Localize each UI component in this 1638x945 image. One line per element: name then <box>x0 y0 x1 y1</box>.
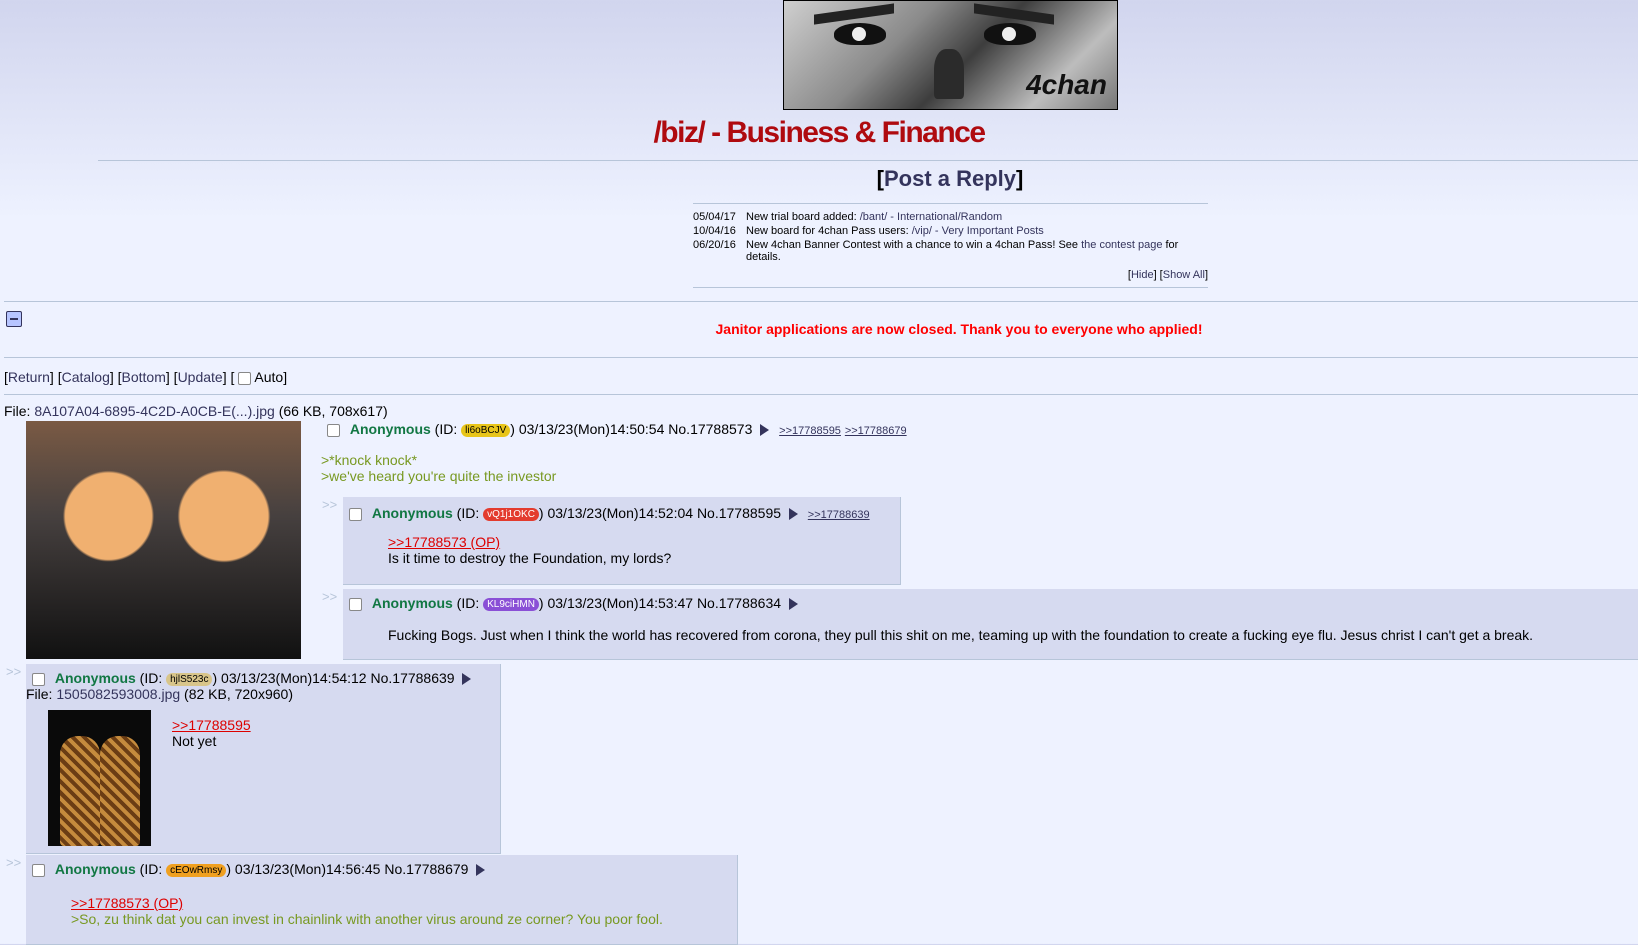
news-item: 05/04/17 New trial board added: /bant/ -… <box>693 211 1003 223</box>
post-checkbox[interactable] <box>349 597 362 611</box>
post-number[interactable]: No.17788595 <box>697 505 781 521</box>
reply-image-figure <box>100 736 140 846</box>
post-greentext: >So, zu think dat you can invest in chai… <box>71 911 663 927</box>
op-file-link[interactable]: 8A107A04-6895-4C2D-A0CB-E(...).jpg <box>34 403 274 419</box>
post-menu-icon[interactable] <box>476 864 486 877</box>
divider <box>4 357 1638 358</box>
post-text: Fucking Bogs. Just when I think the worl… <box>388 627 1534 643</box>
poster-name: Anonymous <box>371 505 453 521</box>
file-link[interactable]: 1505082593008.jpg <box>56 686 180 702</box>
poster-name: Anonymous <box>371 595 453 611</box>
file-info: File: 1505082593008.jpg (82 KB, 720x960) <box>26 686 293 702</box>
backlink[interactable]: >>17788595 <box>779 425 841 437</box>
reply-image[interactable] <box>48 710 151 846</box>
side-arrows: >> <box>6 664 22 679</box>
banner-text: 4chan <box>1026 69 1107 100</box>
op-line: >we've heard you're quite the investor <box>321 468 557 484</box>
reply-post: Anonymous (ID: vQ1j1OKC) 03/13/23(Mon)14… <box>343 497 901 585</box>
thread-nav: [Return] [Catalog] [Bottom] [Update] [ A… <box>4 369 288 385</box>
op-image[interactable] <box>26 421 301 659</box>
catalog-link[interactable]: Catalog <box>62 369 110 385</box>
poster-id[interactable]: cEOwRmsy <box>166 863 227 877</box>
news-item: 10/04/16 New board for 4chan Pass users:… <box>693 225 1044 237</box>
post-checkbox[interactable] <box>327 423 340 437</box>
poster-name: Anonymous <box>54 670 136 686</box>
post-datetime: 03/13/23(Mon)14:50:54 <box>514 421 669 437</box>
post-reply-label[interactable]: Post a Reply <box>884 166 1016 191</box>
divider <box>693 203 1208 204</box>
quote-link[interactable]: >>17788573 (OP) <box>388 534 500 550</box>
reply-post: Anonymous (ID: cEOwRmsy) 03/13/23(Mon)14… <box>26 855 738 945</box>
post-number[interactable]: No.17788679 <box>384 861 468 877</box>
post-number[interactable]: No.17788634 <box>697 595 781 611</box>
reply-header: Anonymous (ID: cEOwRmsy) 03/13/23(Mon)14… <box>32 861 486 877</box>
post-checkbox[interactable] <box>32 863 45 877</box>
banner-image[interactable]: 4chan <box>783 0 1118 110</box>
news-box: 05/04/17 New trial board added: /bant/ -… <box>693 211 1208 281</box>
post-menu-icon[interactable] <box>788 598 798 611</box>
divider <box>693 287 1208 288</box>
board-title: /biz/ - Business & Finance <box>653 116 986 149</box>
auto-update-checkbox[interactable] <box>238 371 252 385</box>
quote-link[interactable]: >>17788595 <box>172 717 251 733</box>
post-datetime: 03/13/23(Mon)14:52:04 <box>543 505 697 521</box>
banner-art <box>934 49 964 99</box>
news-link[interactable]: the contest page <box>1081 239 1162 251</box>
poster-name: Anonymous <box>54 861 136 877</box>
news-item: 06/20/16 New 4chan Banner Contest with a… <box>693 239 1179 263</box>
side-arrows: >> <box>322 497 338 512</box>
side-arrows: >> <box>322 589 338 604</box>
banner-art <box>974 3 1054 25</box>
bottom-link[interactable]: Bottom <box>122 369 166 385</box>
quote-link[interactable]: >>17788573 (OP) <box>71 895 183 911</box>
reply-post: Anonymous (ID: KL9ciHMN) 03/13/23(Mon)14… <box>343 589 1638 660</box>
banner-art <box>984 23 1036 45</box>
news-controls: [Hide] [Show All] <box>1127 269 1208 281</box>
return-link[interactable]: Return <box>8 369 50 385</box>
hide-news-link[interactable]: Hide <box>1131 269 1154 281</box>
post-checkbox[interactable] <box>349 507 362 521</box>
backlink[interactable]: >>17788679 <box>845 425 907 437</box>
side-arrows: >> <box>6 855 22 870</box>
banner-art <box>834 23 886 45</box>
poster-id[interactable]: hjlS523c <box>166 672 213 686</box>
reply-header: Anonymous (ID: vQ1j1OKC) 03/13/23(Mon)14… <box>349 505 870 521</box>
divider <box>98 160 1638 161</box>
post-reply-link[interactable]: [Post a Reply] <box>0 166 1638 192</box>
reply-header: Anonymous (ID: KL9ciHMN) 03/13/23(Mon)14… <box>349 595 798 611</box>
post-menu-icon[interactable] <box>760 424 770 437</box>
banner-art <box>814 3 894 25</box>
poster-id[interactable]: KL9ciHMN <box>483 597 539 611</box>
divider <box>4 394 1638 395</box>
post-menu-icon[interactable] <box>788 508 798 521</box>
poster-id[interactable]: vQ1j1OKC <box>483 507 539 521</box>
op-line: >*knock knock* <box>321 452 418 468</box>
op-file-info: File: 8A107A04-6895-4C2D-A0CB-E(...).jpg… <box>4 403 388 419</box>
post-datetime: 03/13/23(Mon)14:54:12 <box>217 670 371 686</box>
global-notice: Janitor applications are now closed. Tha… <box>715 321 1203 337</box>
op-post-header: Anonymous (ID: li6oBCJV) 03/13/23(Mon)14… <box>327 421 907 437</box>
news-link[interactable]: /vip/ - Very Important Posts <box>912 225 1044 237</box>
post-datetime: 03/13/23(Mon)14:53:47 <box>543 595 697 611</box>
update-link[interactable]: Update <box>178 369 223 385</box>
reply-image-figure <box>60 736 100 846</box>
post-datetime: 03/13/23(Mon)14:56:45 <box>231 861 385 877</box>
reply-header: Anonymous (ID: hjlS523c) 03/13/23(Mon)14… <box>32 670 472 686</box>
poster-name: Anonymous <box>349 421 431 437</box>
post-checkbox[interactable] <box>32 672 45 686</box>
backlink[interactable]: >>17788639 <box>808 509 870 521</box>
post-number[interactable]: No.17788639 <box>371 670 455 686</box>
auto-label: Auto <box>254 369 284 385</box>
post-text: Is it time to destroy the Foundation, my… <box>388 550 672 566</box>
poster-id[interactable]: li6oBCJV <box>461 423 511 437</box>
divider <box>4 301 1638 302</box>
post-text: Not yet <box>172 733 217 749</box>
show-all-news-link[interactable]: Show All <box>1163 269 1205 281</box>
post-menu-icon[interactable] <box>462 673 472 686</box>
news-link[interactable]: /bant/ - International/Random <box>860 211 1002 223</box>
post-number[interactable]: No.17788573 <box>668 421 752 437</box>
